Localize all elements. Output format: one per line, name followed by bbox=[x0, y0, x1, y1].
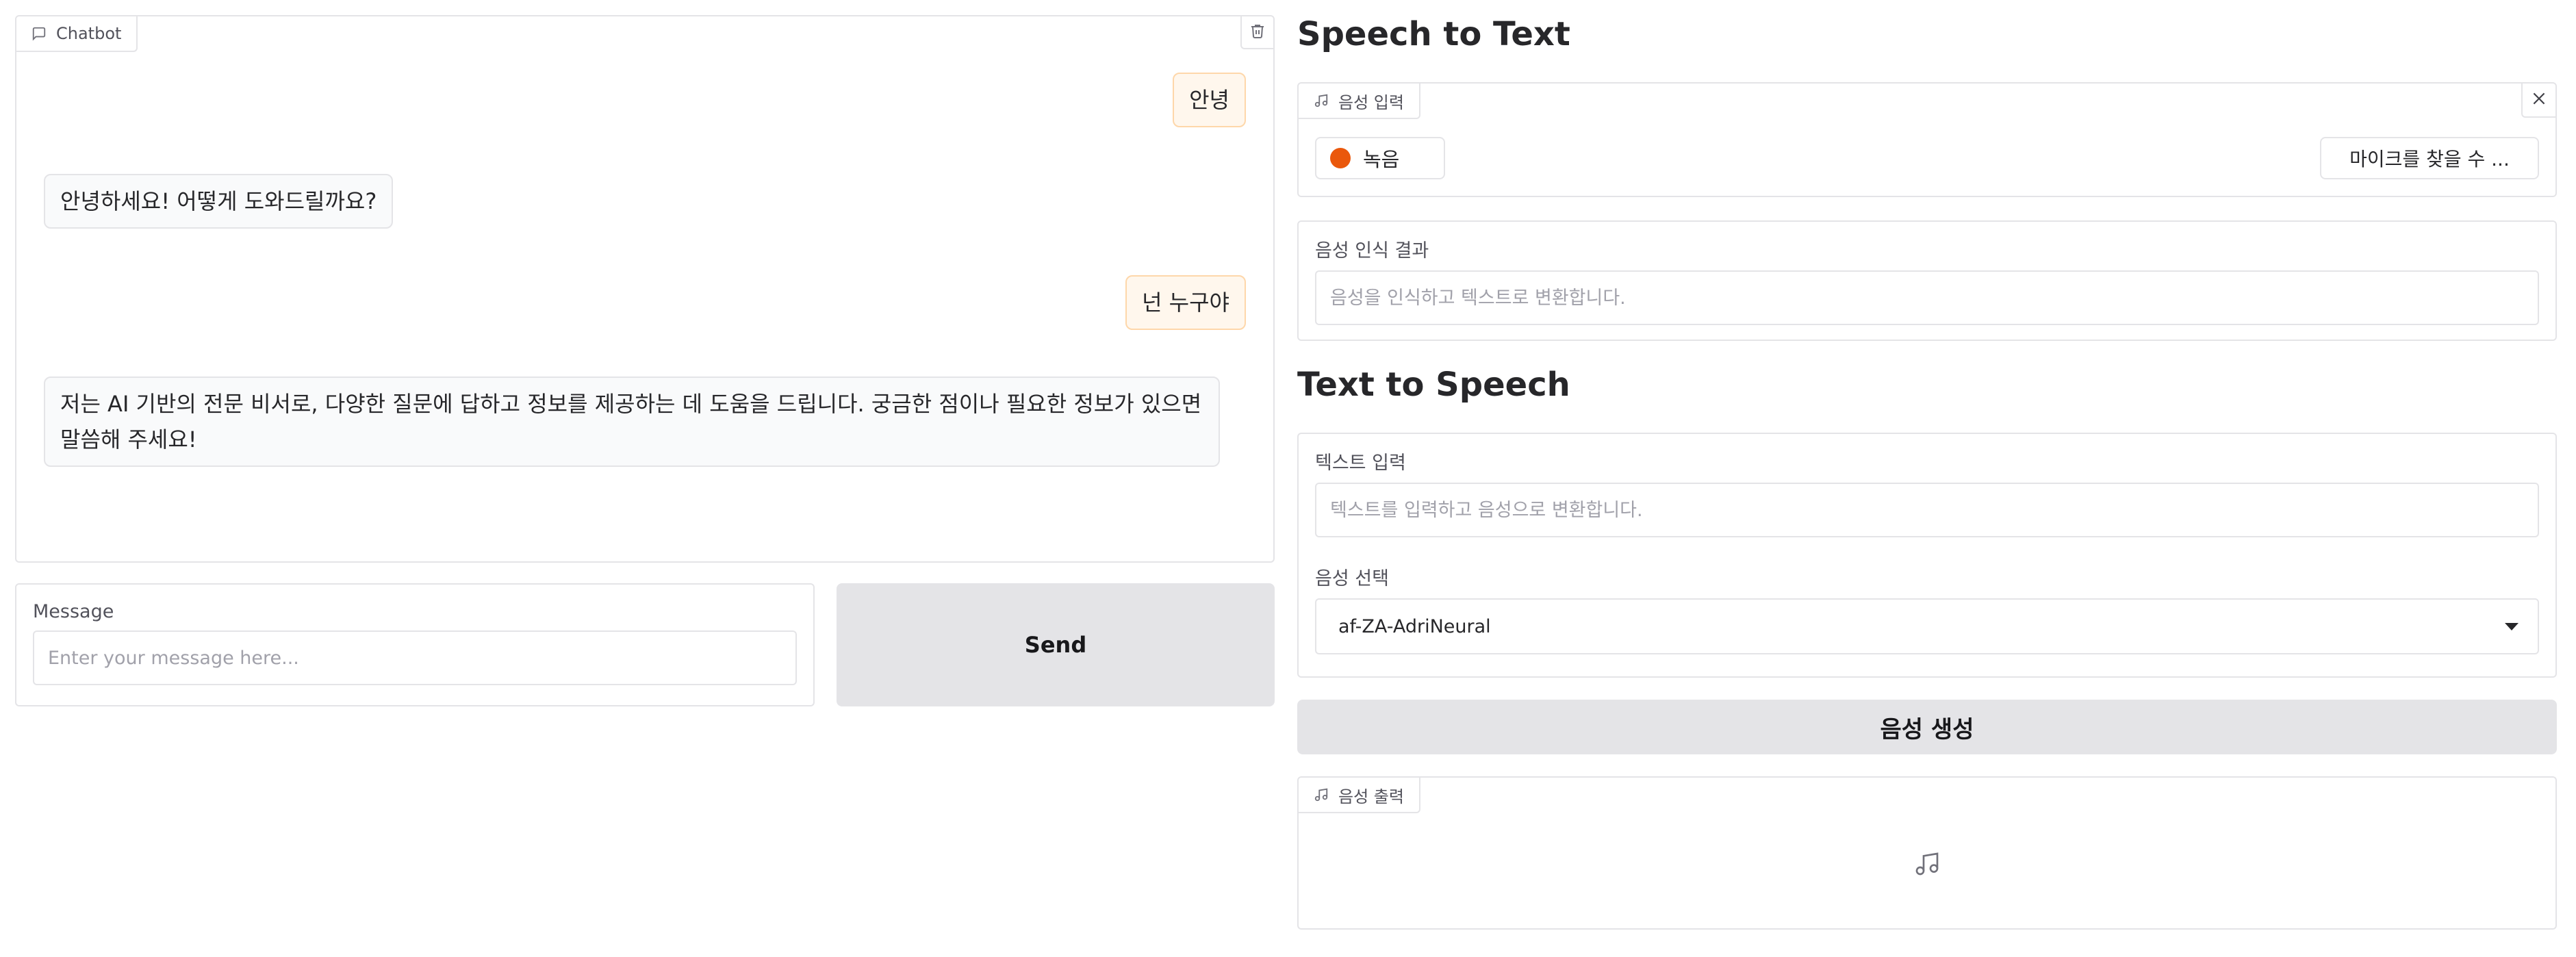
user-message: 안녕 bbox=[1173, 73, 1246, 127]
close-audio-button[interactable] bbox=[2521, 84, 2555, 118]
chatbot-label: Chatbot bbox=[16, 16, 138, 52]
tts-text-label: 텍스트 입력 bbox=[1315, 452, 1406, 474]
message-input[interactable] bbox=[33, 630, 797, 685]
audio-output-panel: 음성 출력 bbox=[1297, 776, 2557, 930]
chevron-down-icon bbox=[2505, 622, 2518, 630]
tts-text-input[interactable] bbox=[1315, 483, 2539, 537]
voice-select-dropdown[interactable]: af-ZA-AdriNeural bbox=[1315, 598, 2539, 654]
chat-icon bbox=[31, 26, 47, 41]
audio-output-label: 음성 출력 bbox=[1299, 778, 1420, 813]
message-label: Message bbox=[33, 601, 114, 622]
close-icon bbox=[2530, 90, 2548, 110]
audio-input-label-text: 음성 입력 bbox=[1338, 92, 1404, 112]
record-dot-icon bbox=[1330, 148, 1351, 168]
tts-title: Text to Speech bbox=[1297, 366, 1570, 404]
generate-speech-button[interactable]: 음성 생성 bbox=[1297, 700, 2557, 754]
stt-result-label: 음성 인식 결과 bbox=[1315, 240, 1429, 261]
voice-select-value: af-ZA-AdriNeural bbox=[1338, 615, 1491, 637]
music-note-icon bbox=[1913, 850, 1941, 880]
voice-select-label: 음성 선택 bbox=[1315, 568, 1389, 589]
tts-panel: 텍스트 입력 음성 선택 af-ZA-AdriNeural bbox=[1297, 433, 2557, 678]
audio-input-panel: 음성 입력 녹음 마이크를 찾을 수 ... bbox=[1297, 82, 2557, 197]
chatbot-panel: Chatbot 안녕 안녕하세요! 어떻게 도와드릴까요? 넌 누구야 저는 A… bbox=[15, 15, 1275, 563]
stt-result-field[interactable] bbox=[1315, 270, 2539, 325]
stt-title: Speech to Text bbox=[1297, 15, 1570, 53]
audio-output-label-text: 음성 출력 bbox=[1338, 787, 1404, 806]
chatbot-label-text: Chatbot bbox=[56, 24, 122, 43]
music-note-icon bbox=[1314, 93, 1329, 108]
send-button[interactable]: Send bbox=[837, 583, 1275, 706]
trash-icon bbox=[1249, 23, 1266, 42]
record-button[interactable]: 녹음 bbox=[1315, 137, 1445, 179]
audio-input-label: 음성 입력 bbox=[1299, 84, 1420, 119]
microphone-select-label: 마이크를 찾을 수 ... bbox=[2349, 148, 2510, 170]
record-label: 녹음 bbox=[1363, 148, 1400, 171]
bot-message: 저는 AI 기반의 전문 비서로, 다양한 질문에 답하고 정보를 제공하는 데… bbox=[44, 377, 1220, 467]
message-box: Message bbox=[15, 583, 815, 706]
music-note-icon bbox=[1314, 787, 1329, 802]
user-message: 넌 누구야 bbox=[1125, 275, 1246, 330]
microphone-select-button[interactable]: 마이크를 찾을 수 ... bbox=[2320, 137, 2539, 179]
stt-result-panel: 음성 인식 결과 bbox=[1297, 220, 2557, 341]
clear-chat-button[interactable] bbox=[1240, 16, 1273, 49]
bot-message: 안녕하세요! 어떻게 도와드릴까요? bbox=[44, 174, 394, 229]
